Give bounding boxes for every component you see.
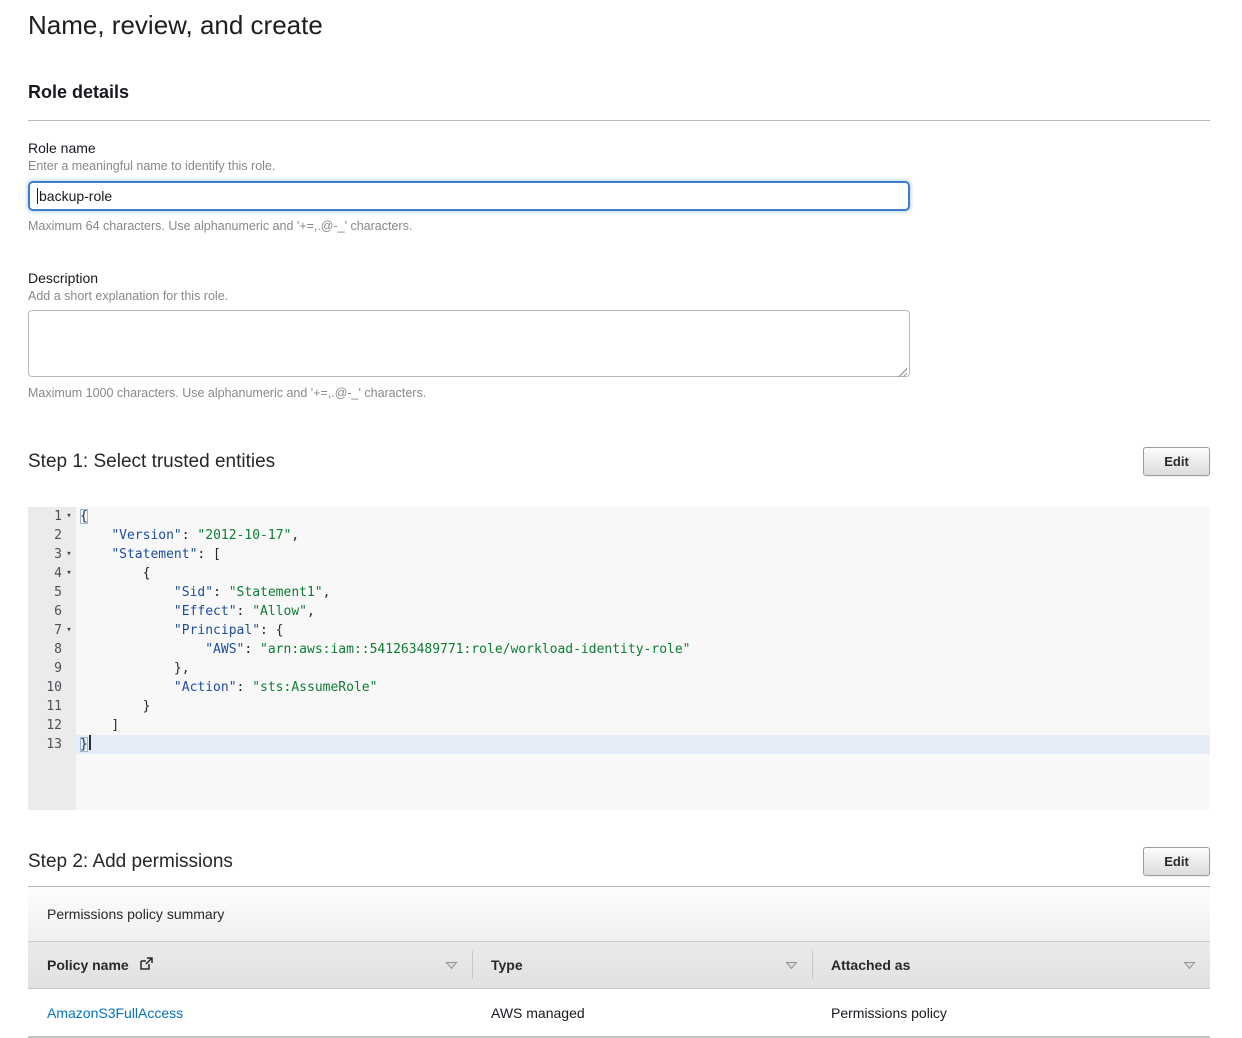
code-line: "AWS": "arn:aws:iam::541263489771:role/w… bbox=[76, 640, 1210, 659]
code-line: "Version": "2012-10-17", bbox=[76, 526, 1210, 545]
line-number: 9 bbox=[28, 659, 76, 678]
code-line: "Sid": "Statement1", bbox=[76, 583, 1210, 602]
sort-arrow-icon[interactable] bbox=[445, 957, 458, 973]
step1-heading: Step 1: Select trusted entities bbox=[28, 451, 275, 473]
fold-caret-icon: ▾ bbox=[62, 621, 76, 640]
trust-policy-code-editor[interactable]: 1▾23▾4▾567▾8910111213 { "Version": "2012… bbox=[28, 507, 1210, 810]
role-name-input-wrap bbox=[28, 181, 910, 211]
step1-header-row: Step 1: Select trusted entities Edit bbox=[28, 447, 1210, 476]
code-line: ] bbox=[76, 716, 1210, 735]
attached-as-cell: Permissions policy bbox=[812, 1005, 1210, 1021]
step1-edit-button[interactable]: Edit bbox=[1143, 447, 1210, 476]
line-number: 2 bbox=[28, 526, 76, 545]
description-label: Description bbox=[28, 270, 1210, 286]
line-number: 10 bbox=[28, 678, 76, 697]
sort-arrow-icon[interactable] bbox=[785, 957, 798, 973]
text-cursor bbox=[37, 188, 38, 204]
description-field: Description Add a short explanation for … bbox=[28, 270, 1210, 400]
step2-header-row: Step 2: Add permissions Edit bbox=[28, 847, 1210, 876]
permissions-summary-header: Permissions policy summary bbox=[28, 887, 1210, 942]
policy-name-cell: AmazonS3FullAccess bbox=[28, 1005, 472, 1021]
code-line: } bbox=[76, 697, 1210, 716]
table-row: AmazonS3FullAccess AWS managed Permissio… bbox=[28, 989, 1210, 1038]
description-textarea-wrap bbox=[28, 303, 910, 382]
policy-name-link[interactable]: AmazonS3FullAccess bbox=[47, 1005, 183, 1021]
code-line: "Statement": [ bbox=[76, 545, 1210, 564]
role-details-heading: Role details bbox=[28, 82, 1210, 103]
role-name-hint: Enter a meaningful name to identify this… bbox=[28, 159, 1210, 173]
code-line: { bbox=[76, 564, 1210, 583]
column-header-policy-name[interactable]: Policy name bbox=[28, 942, 472, 988]
description-textarea[interactable] bbox=[28, 310, 910, 377]
line-number: 13 bbox=[28, 735, 76, 754]
role-name-field: Role name Enter a meaningful name to ide… bbox=[28, 140, 1210, 233]
line-number[interactable]: 4▾ bbox=[28, 564, 76, 583]
column-header-type[interactable]: Type bbox=[472, 942, 812, 988]
line-number: 6 bbox=[28, 602, 76, 621]
permissions-summary-title: Permissions policy summary bbox=[47, 906, 224, 922]
role-name-input[interactable] bbox=[28, 181, 910, 211]
line-number: 12 bbox=[28, 716, 76, 735]
editor-cursor bbox=[89, 735, 91, 750]
role-name-label: Role name bbox=[28, 140, 1210, 156]
page-container: Name, review, and create Role details Ro… bbox=[0, 0, 1242, 1038]
code-line: } bbox=[76, 735, 1210, 754]
column-header-attached-as[interactable]: Attached as bbox=[812, 942, 1210, 988]
table-header-row: Policy name Type Attached as bbox=[28, 942, 1210, 989]
code-line: { bbox=[76, 507, 1210, 526]
step2-edit-button[interactable]: Edit bbox=[1143, 847, 1210, 876]
fold-caret-icon: ▾ bbox=[62, 564, 76, 583]
line-number[interactable]: 3▾ bbox=[28, 545, 76, 564]
external-link-icon bbox=[139, 957, 153, 974]
step2-heading: Step 2: Add permissions bbox=[28, 851, 233, 873]
description-constraint: Maximum 1000 characters. Use alphanumeri… bbox=[28, 386, 1210, 400]
line-number: 11 bbox=[28, 697, 76, 716]
role-name-constraint: Maximum 64 characters. Use alphanumeric … bbox=[28, 219, 1210, 233]
role-details-section: Role details Role name Enter a meaningfu… bbox=[28, 82, 1210, 400]
sort-arrow-icon[interactable] bbox=[1183, 957, 1196, 973]
permissions-table: Permissions policy summary Policy name T… bbox=[28, 886, 1210, 1038]
line-number: 5 bbox=[28, 583, 76, 602]
description-hint: Add a short explanation for this role. bbox=[28, 289, 1210, 303]
section-divider bbox=[28, 120, 1210, 121]
code-line: }, bbox=[76, 659, 1210, 678]
fold-caret-icon: ▾ bbox=[62, 507, 76, 526]
editor-gutter: 1▾23▾4▾567▾8910111213 bbox=[28, 507, 76, 810]
code-line: "Effect": "Allow", bbox=[76, 602, 1210, 621]
line-number: 8 bbox=[28, 640, 76, 659]
code-line: "Action": "sts:AssumeRole" bbox=[76, 678, 1210, 697]
fold-caret-icon: ▾ bbox=[62, 545, 76, 564]
line-number[interactable]: 7▾ bbox=[28, 621, 76, 640]
page-title: Name, review, and create bbox=[28, 10, 1210, 41]
line-number[interactable]: 1▾ bbox=[28, 507, 76, 526]
editor-code-area: { "Version": "2012-10-17", "Statement": … bbox=[76, 507, 1210, 810]
code-line: "Principal": { bbox=[76, 621, 1210, 640]
policy-type-cell: AWS managed bbox=[472, 1005, 812, 1021]
